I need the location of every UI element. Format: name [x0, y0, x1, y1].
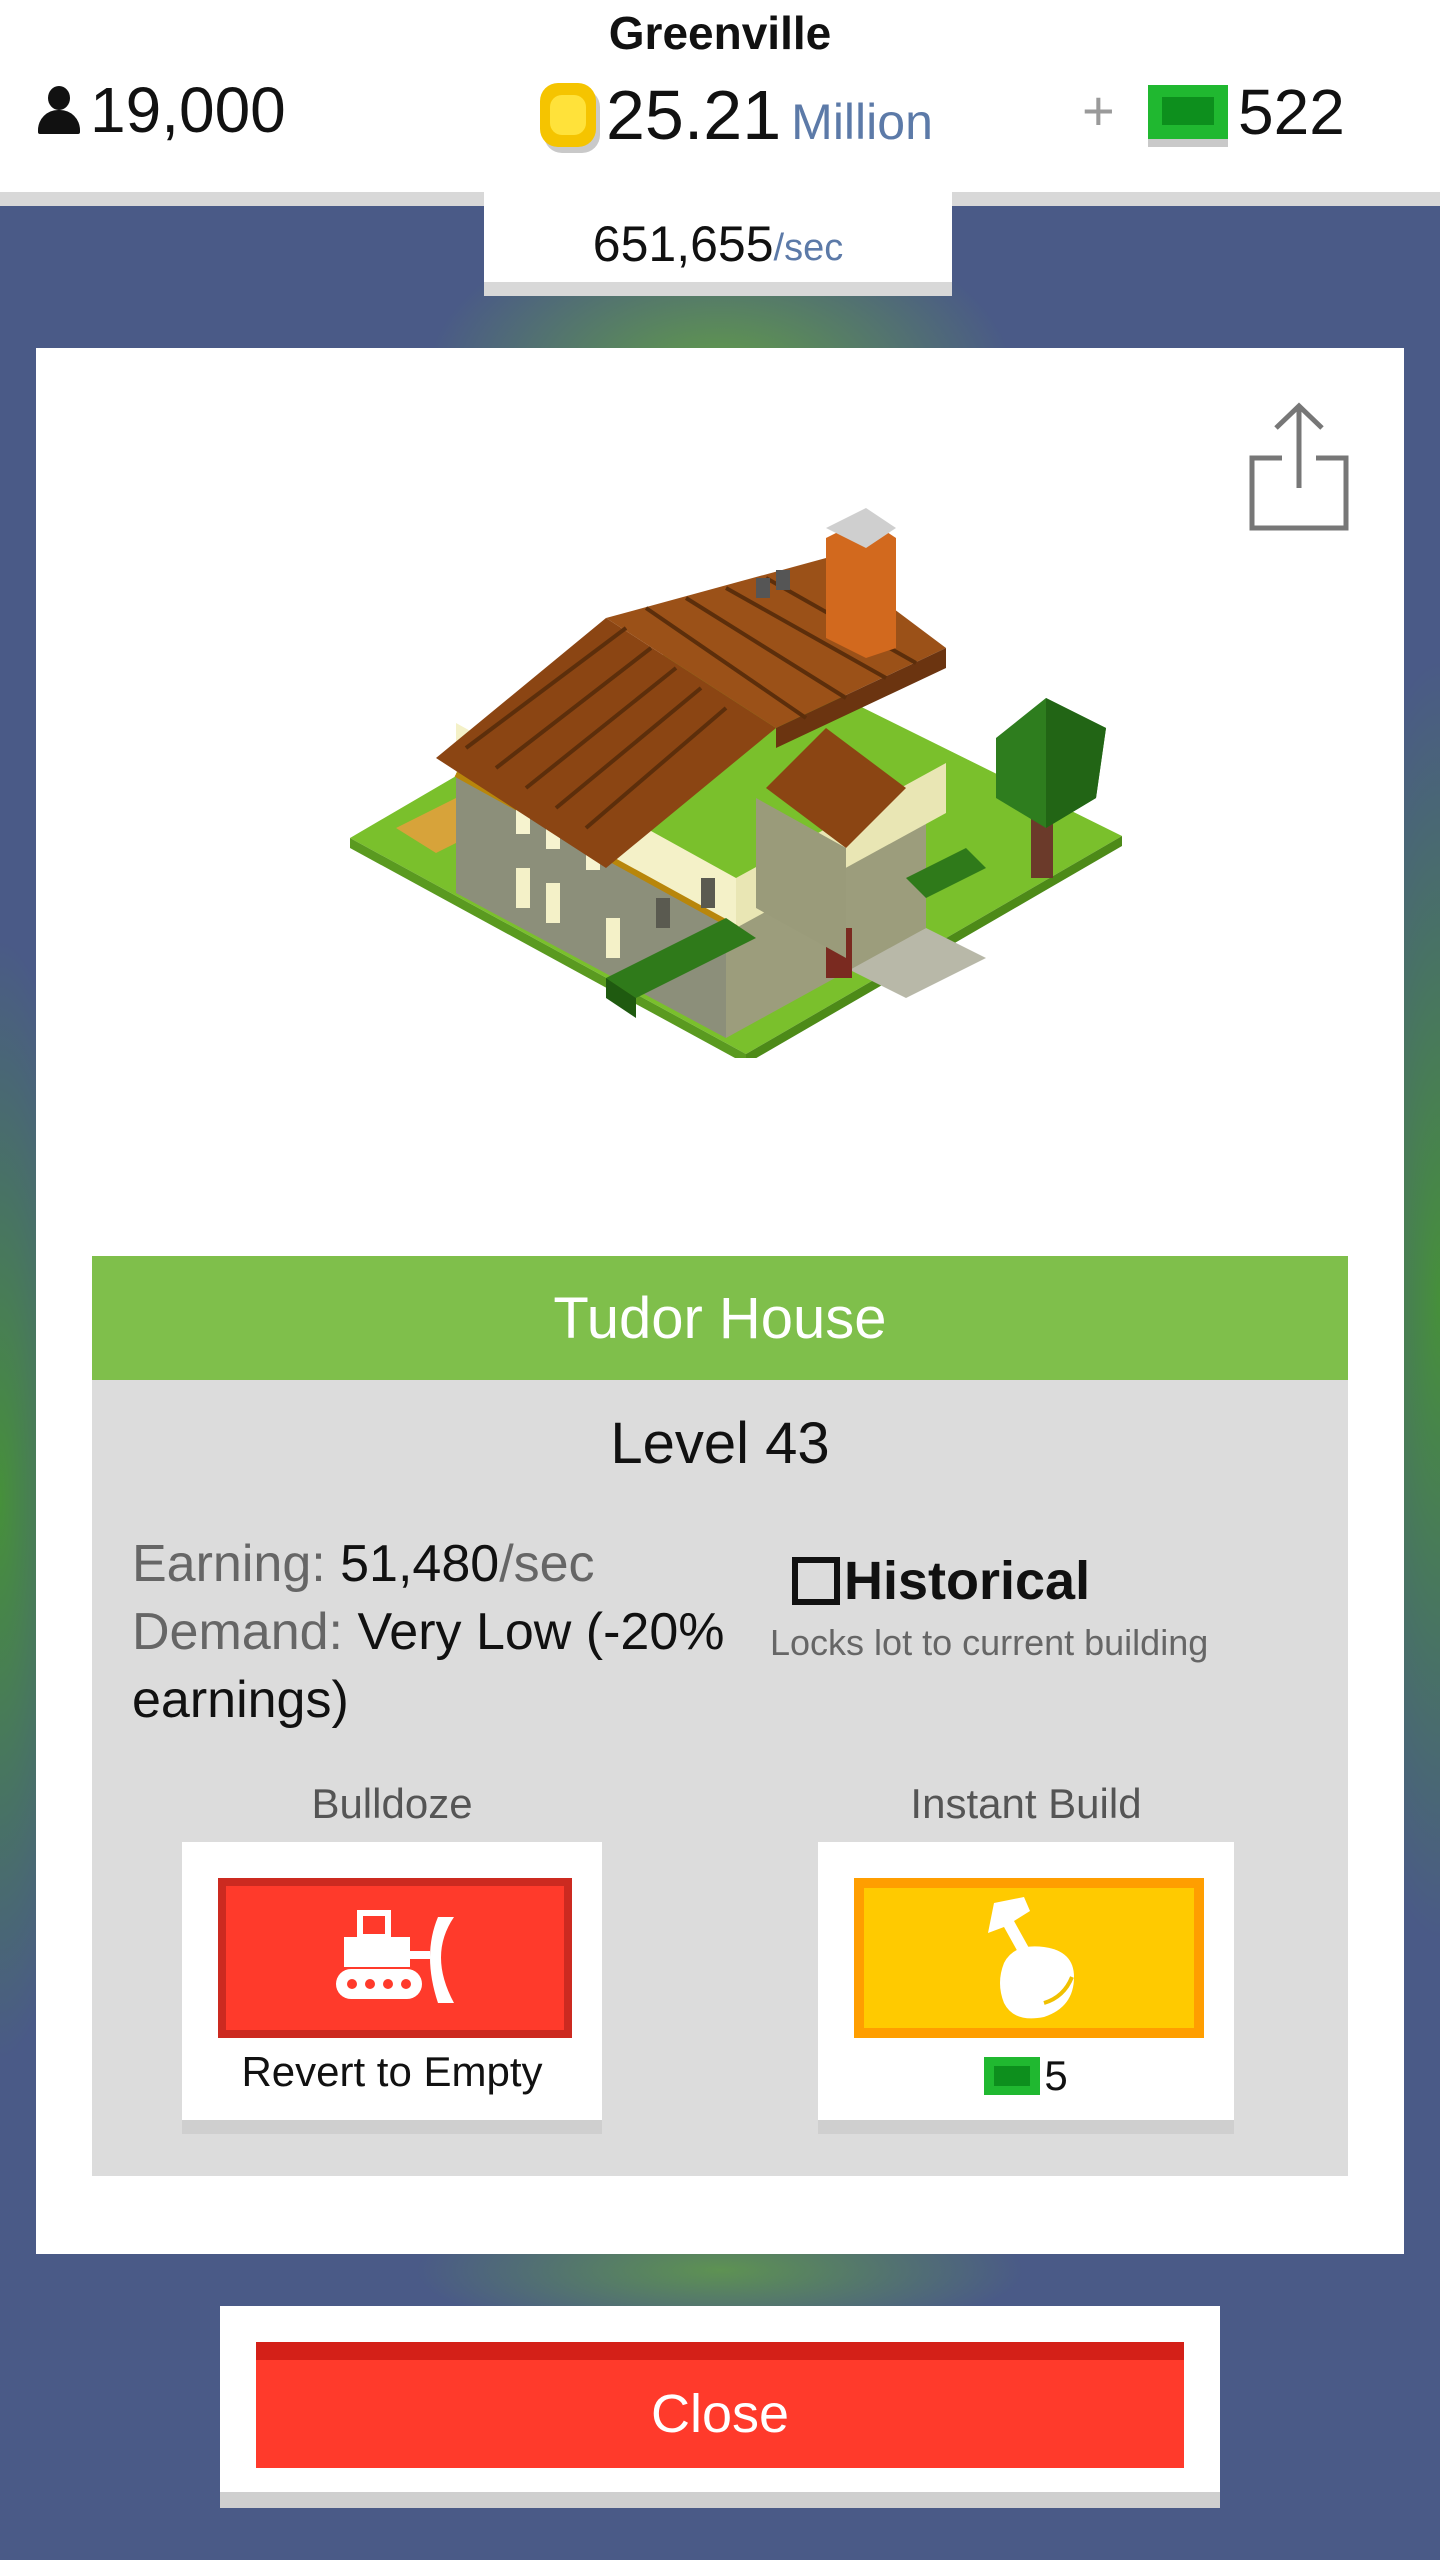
- population-value: 19,000: [90, 74, 286, 146]
- share-button[interactable]: [1244, 398, 1354, 538]
- gems-value: 522: [1238, 76, 1345, 148]
- bulldoze-button[interactable]: [218, 1878, 572, 2038]
- instant-build-section: Instant Build 5: [818, 1780, 1234, 2134]
- money-value: 25.21: [606, 76, 782, 154]
- earning-row: Earning: 51,480/sec: [132, 1530, 752, 1598]
- gem-icon: [1148, 85, 1228, 139]
- gems-display[interactable]: 522: [1148, 72, 1345, 152]
- building-level: Level 43: [610, 1411, 830, 1476]
- earning-value: 51,480: [340, 1535, 500, 1593]
- buy-gems-plus-button[interactable]: +: [1082, 78, 1115, 143]
- income-rate-tab: 651,655 /sec: [484, 192, 952, 296]
- bulldozer-icon: [336, 1910, 454, 2003]
- close-button-container: Close: [220, 2306, 1220, 2508]
- building-detail-panel: Tudor House Level 43 Earning: 51,480/sec…: [36, 348, 1404, 2254]
- bulldoze-card: Revert to Empty: [182, 1842, 602, 2134]
- money-display: 25.21 Million: [540, 70, 933, 160]
- demand-row: Demand: Very Low (-20% earnings): [132, 1598, 752, 1734]
- share-icon: [1249, 402, 1349, 531]
- bulldoze-section: Bulldoze Revert to Empty: [182, 1780, 602, 2134]
- building-name-bar: Tudor House: [92, 1256, 1348, 1380]
- income-rate-unit: /sec: [773, 226, 844, 269]
- gem-icon: [984, 2057, 1041, 2095]
- bulldoze-label: Bulldoze: [311, 1780, 473, 1827]
- historical-description: Locks lot to current building: [770, 1622, 1209, 1663]
- demand-label: Demand:: [132, 1603, 343, 1661]
- historical-option[interactable]: Historical Locks lot to current building: [770, 1550, 1272, 1664]
- earning-label: Earning:: [132, 1535, 326, 1593]
- income-rate-value: 651,655: [592, 216, 774, 272]
- money-unit: Million: [791, 94, 933, 150]
- population-display: 19,000: [36, 72, 286, 148]
- bulldoze-caption: Revert to Empty: [241, 2048, 543, 2095]
- tudor-house-illustration: [350, 508, 1122, 1058]
- city-name: Greenville: [608, 7, 832, 59]
- instant-build-cost: 5: [818, 2052, 1234, 2100]
- earning-unit: /sec: [499, 1535, 595, 1593]
- instant-build-cost-value: 5: [1044, 2052, 1068, 2099]
- instant-build-card: 5: [818, 1842, 1234, 2134]
- close-button[interactable]: Close: [256, 2342, 1184, 2468]
- hammer-hand-icon: [988, 1897, 1074, 2019]
- historical-label: Historical: [844, 1551, 1091, 1611]
- top-bar: Greenville 19,000 25.21 Million + 522: [0, 0, 1440, 206]
- historical-checkbox[interactable]: [792, 1557, 840, 1605]
- building-stats: Earning: 51,480/sec Demand: Very Low (-2…: [132, 1530, 752, 1734]
- person-icon: [36, 84, 82, 136]
- building-info-box: Level 43 Earning: 51,480/sec Demand: Ver…: [92, 1380, 1348, 2176]
- instant-build-button[interactable]: [854, 1878, 1204, 2038]
- instant-build-label: Instant Build: [910, 1780, 1142, 1827]
- coin-icon: [540, 83, 596, 147]
